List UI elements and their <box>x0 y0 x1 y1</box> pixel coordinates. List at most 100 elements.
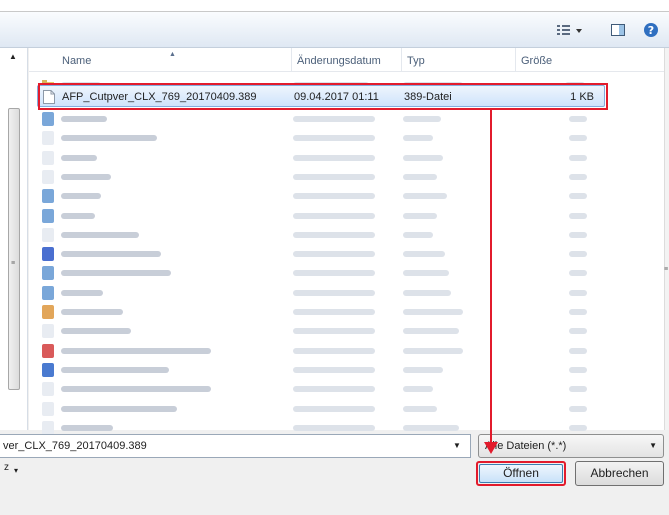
cancel-button[interactable]: Abbrechen <box>575 461 664 486</box>
column-header-type[interactable]: Typ <box>401 48 515 72</box>
file-icon <box>42 285 54 300</box>
navigation-pane: ▲ ≡ z ▾ <box>0 48 28 475</box>
scroll-up-arrow-icon[interactable]: ▲ <box>9 52 17 61</box>
redacted-text <box>293 386 375 393</box>
file-icon <box>42 382 54 397</box>
redacted-text <box>293 405 375 412</box>
redacted-text <box>569 135 587 142</box>
file-icon <box>42 343 54 358</box>
annotation-arrowhead <box>484 442 498 454</box>
column-header-date[interactable]: Änderungsdatum <box>291 48 401 72</box>
open-button[interactable]: Öffnen <box>479 464 563 483</box>
redacted-text <box>403 366 443 373</box>
file-icon <box>42 324 54 339</box>
redacted-text <box>569 173 587 180</box>
redacted-text <box>61 366 169 373</box>
redacted-text <box>569 289 587 296</box>
redacted-text <box>61 386 211 393</box>
preview-pane-button[interactable] <box>607 20 629 42</box>
annotation-arrow-line <box>490 110 492 448</box>
redacted-text <box>569 366 587 373</box>
redacted-text <box>61 405 177 412</box>
redacted-text <box>403 251 445 258</box>
file-icon <box>42 131 54 146</box>
file-icon <box>42 362 54 377</box>
redacted-text <box>293 289 375 296</box>
scrollbar-grip-icon: ≡ <box>664 266 669 273</box>
redacted-text <box>61 116 107 122</box>
dialog-toolbar: ? <box>0 12 669 48</box>
redacted-text <box>403 405 437 412</box>
navigation-pane-text: z <box>4 462 9 473</box>
redacted-text <box>403 347 463 354</box>
redacted-text <box>403 386 433 393</box>
filename-input[interactable]: ver_CLX_769_20170409.389 <box>3 435 147 457</box>
file-icon <box>42 266 54 281</box>
redacted-text <box>61 328 131 335</box>
redacted-text <box>293 193 375 200</box>
chevron-down-icon: ▼ <box>649 441 657 450</box>
redacted-text <box>569 251 587 258</box>
column-header-size[interactable]: Größe <box>515 48 585 72</box>
svg-text:?: ? <box>648 24 654 37</box>
file-icon <box>42 247 54 262</box>
redacted-text <box>293 309 375 315</box>
redacted-text <box>403 135 433 142</box>
help-icon: ? <box>643 22 659 41</box>
redacted-text <box>569 386 587 393</box>
navigation-scrollbar-thumb[interactable] <box>8 108 20 390</box>
redacted-text <box>569 309 587 315</box>
redacted-text <box>403 289 451 296</box>
redacted-text <box>569 328 587 335</box>
redacted-text <box>403 309 463 315</box>
redacted-text <box>293 116 375 122</box>
file-icon <box>42 169 54 184</box>
redacted-text <box>61 289 103 296</box>
file-icon <box>42 227 54 242</box>
redacted-text <box>293 231 375 238</box>
redacted-text <box>569 270 587 277</box>
column-header-name[interactable]: Name ▲ <box>29 48 291 72</box>
file-icon <box>42 189 54 204</box>
view-options-button[interactable] <box>553 20 587 42</box>
redacted-text <box>293 212 375 219</box>
redacted-text <box>293 251 375 258</box>
redacted-text <box>61 173 111 180</box>
redacted-text <box>293 347 375 354</box>
redacted-text <box>61 270 171 277</box>
redacted-text <box>293 366 375 373</box>
scroll-down-arrow-icon[interactable]: ▾ <box>14 466 18 475</box>
redacted-text <box>293 424 375 431</box>
open-button-annotation: Öffnen <box>476 461 566 486</box>
redacted-text <box>403 231 433 238</box>
redacted-text <box>61 135 157 142</box>
redacted-text <box>61 193 101 200</box>
redacted-text <box>293 135 375 142</box>
chevron-down-icon[interactable]: ▼ <box>453 441 461 450</box>
column-header-name-label: Name <box>62 55 92 67</box>
redacted-text <box>569 193 587 200</box>
scrollbar-grip-icon: ≡ <box>11 260 16 267</box>
redacted-text <box>403 328 459 335</box>
help-button[interactable]: ? <box>640 20 662 42</box>
redacted-text <box>569 154 587 161</box>
filename-combobox[interactable]: ver_CLX_769_20170409.389 ▼ <box>0 434 471 458</box>
redacted-text <box>61 424 113 431</box>
redacted-text <box>293 328 375 335</box>
redacted-text <box>61 212 95 219</box>
redacted-text <box>61 251 161 258</box>
redacted-text <box>61 347 211 354</box>
selected-file-annotation <box>38 83 608 110</box>
file-icon <box>42 112 54 126</box>
redacted-text <box>569 347 587 354</box>
redacted-text <box>569 212 587 219</box>
redacted-text <box>403 173 437 180</box>
redacted-text <box>403 193 447 200</box>
redacted-text <box>569 116 587 122</box>
redacted-text <box>61 309 123 315</box>
redacted-text <box>403 154 443 161</box>
redacted-text <box>61 154 97 161</box>
file-list-scrollbar[interactable] <box>664 48 669 430</box>
redacted-text <box>403 116 441 122</box>
filetype-dropdown[interactable]: Alle Dateien (*.*) ▼ <box>478 434 664 458</box>
